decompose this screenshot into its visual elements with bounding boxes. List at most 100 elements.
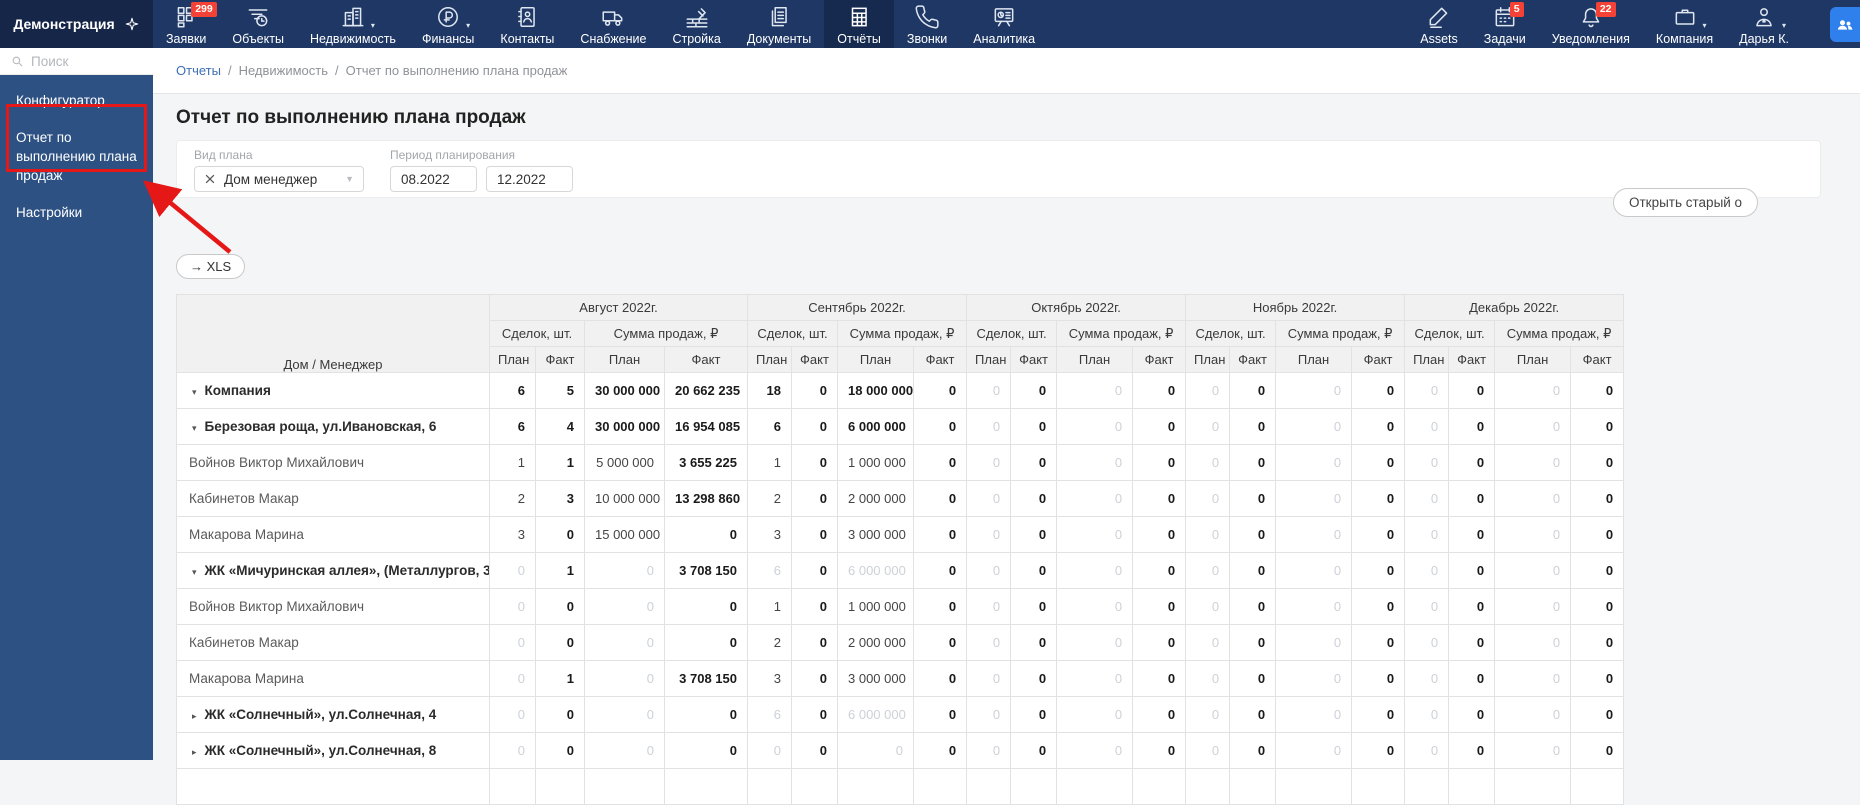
nav-item-8[interactable]: Отчёты [824,0,894,48]
table-cell: 1 [535,660,585,697]
phone-icon [914,4,940,30]
clear-icon[interactable] [204,173,216,185]
nav-item-1[interactable]: Объекты [219,0,297,48]
top-nav: Заявки 299 Объекты ▾ Недвижимость ▾ Финансы Кон… [153,0,1048,48]
sidebar-item-1[interactable]: Отчет по выполнению плана продаж [0,120,153,195]
table-head: Дом / Менеджер Август 2022г. Сентябрь 2022… [176,294,1625,373]
topbar-right-item-1[interactable]: Задачи 5 [1471,0,1539,48]
table-cell: 0 [664,732,748,769]
nav-item-9[interactable]: Звонки [894,0,960,48]
fact-header: Факт [1351,346,1406,373]
table-row: Войнов Виктор Михайлович 1 1 5 000 000 3 655… [176,444,1625,481]
breadcrumb-realestate[interactable]: Недвижимость [239,63,328,78]
table-cell: 3 708 150 [664,660,748,697]
table-cell: 1 000 000 [837,588,914,625]
table-cell: 0 [912,732,968,769]
topbar-right-item-0[interactable]: Assets [1407,0,1471,48]
month-header-2: Октябрь 2022г. [966,294,1187,321]
table-cell: 2 [747,624,792,661]
table-cell [747,768,792,805]
table-cell: 0 [1056,372,1134,409]
table-cell: 0 [1132,408,1187,445]
table-cell: 0 [535,516,585,553]
nav-item-0[interactable]: Заявки 299 [153,0,219,48]
table-cell: 0 [791,660,838,697]
collapse-row-icon[interactable]: ▾ [192,423,197,434]
table-cell: 0 [1448,444,1496,481]
nav-item-2[interactable]: ▾ Недвижимость [297,0,409,48]
table-cell: 0 [1056,516,1134,553]
sidebar-item-0[interactable]: Конфигуратор [0,83,153,120]
nav-item-6[interactable]: Стройка [659,0,733,48]
table-cell: 0 [912,660,968,697]
table-cell: 0 [1570,624,1625,661]
chat-users-button[interactable] [1830,7,1860,42]
nav-label: Стройка [672,31,721,46]
collapse-row-icon[interactable]: ▾ [192,567,197,578]
table-body: ▾ Компания 6 5 30 000 000 20 662 235 18 0 18 000… [176,372,1625,805]
topbar-right-item-3[interactable]: ▾ Компания [1643,0,1726,48]
breadcrumb: Отчеты / Недвижимость / Отчет по выполне… [153,48,1860,94]
search-input[interactable] [31,53,142,69]
table-cell: 0 [1404,444,1450,481]
sidebar-search[interactable] [0,48,153,75]
nav-item-10[interactable]: Аналитика [960,0,1048,48]
table-cell [1229,768,1277,805]
table-cell: 0 [1056,408,1134,445]
workspace-switcher[interactable]: Демонстрация [0,0,153,48]
table-cell: 0 [1056,660,1134,697]
chevron-down-icon: ▾ [1782,20,1787,30]
table-cell: 20 662 235 [664,372,748,409]
period-to-input[interactable] [486,166,573,192]
table-cell: 0 [1010,732,1058,769]
table-cell: 0 [912,624,968,661]
table-cell: 1 [535,444,585,481]
actions-row: → XLS [176,254,1860,279]
plan-header: План [1404,346,1450,373]
topbar-right: Assets Задачи 5 Уведомления 22 ▾ Компания ▾ Дарь… [1407,0,1860,48]
table-cell: 0 [489,660,536,697]
row-name: Войнов Виктор Михайлович [176,588,490,625]
expand-row-icon[interactable]: ▸ [192,711,197,722]
nav-item-3[interactable]: ▾ Финансы [409,0,487,48]
fact-header: Факт [535,346,585,373]
nav-item-4[interactable]: Контакты [487,0,567,48]
table-cell: 0 [1404,372,1450,409]
sidebar-item-2[interactable]: Настройки [0,195,153,232]
breadcrumb-reports[interactable]: Отчеты [176,63,221,78]
table-cell: 0 [1185,588,1231,625]
plan-type-select[interactable]: Дом менеджер ▼ [194,166,364,192]
table-row: ▾ Компания 6 5 30 000 000 20 662 235 18 0 18 000… [176,372,1625,409]
nav-item-7[interactable]: Документы [734,0,824,48]
deals-header: Сделок, шт. [966,320,1058,347]
collapse-row-icon[interactable]: ▾ [192,387,197,398]
topbar-right-item-2[interactable]: Уведомления 22 [1539,0,1643,48]
open-old-report-button[interactable]: Открыть старый о [1613,188,1759,217]
table-cell: 0 [1132,588,1187,625]
nav-item-5[interactable]: Снабжение [567,0,659,48]
table-cell [1275,768,1353,805]
table-cell: 0 [966,444,1012,481]
table-cell: 0 [1185,516,1231,553]
table-cell [966,768,1012,805]
fact-header: Факт [1448,346,1496,373]
sales-sum-header: Сумма продаж, ₽ [836,320,968,347]
table-cell: 0 [912,516,968,553]
chevron-down-icon: ▾ [370,20,375,30]
table-cell: 0 [1010,516,1058,553]
table-cell: 0 [1570,696,1625,733]
table-cell: 0 [489,732,536,769]
table-cell: 0 [584,624,665,661]
table-cell: 0 [791,696,838,733]
table-cell: 3 655 225 [664,444,748,481]
topbar-right-item-4[interactable]: ▾ Дарья К. [1726,0,1802,48]
export-xls-button[interactable]: → XLS [176,254,246,279]
expand-row-icon[interactable]: ▸ [192,747,197,758]
table-row: ▾ ЖК «Мичуринская аллея», (Металлургов, 3… [176,552,1625,589]
plan-header: План [1494,346,1572,373]
table-cell [535,768,585,805]
period-from-input[interactable] [390,166,477,192]
nav-label: Контакты [500,31,555,46]
workspace-name: Демонстрация [13,16,115,32]
table-cell: 30 000 000 [584,408,665,445]
